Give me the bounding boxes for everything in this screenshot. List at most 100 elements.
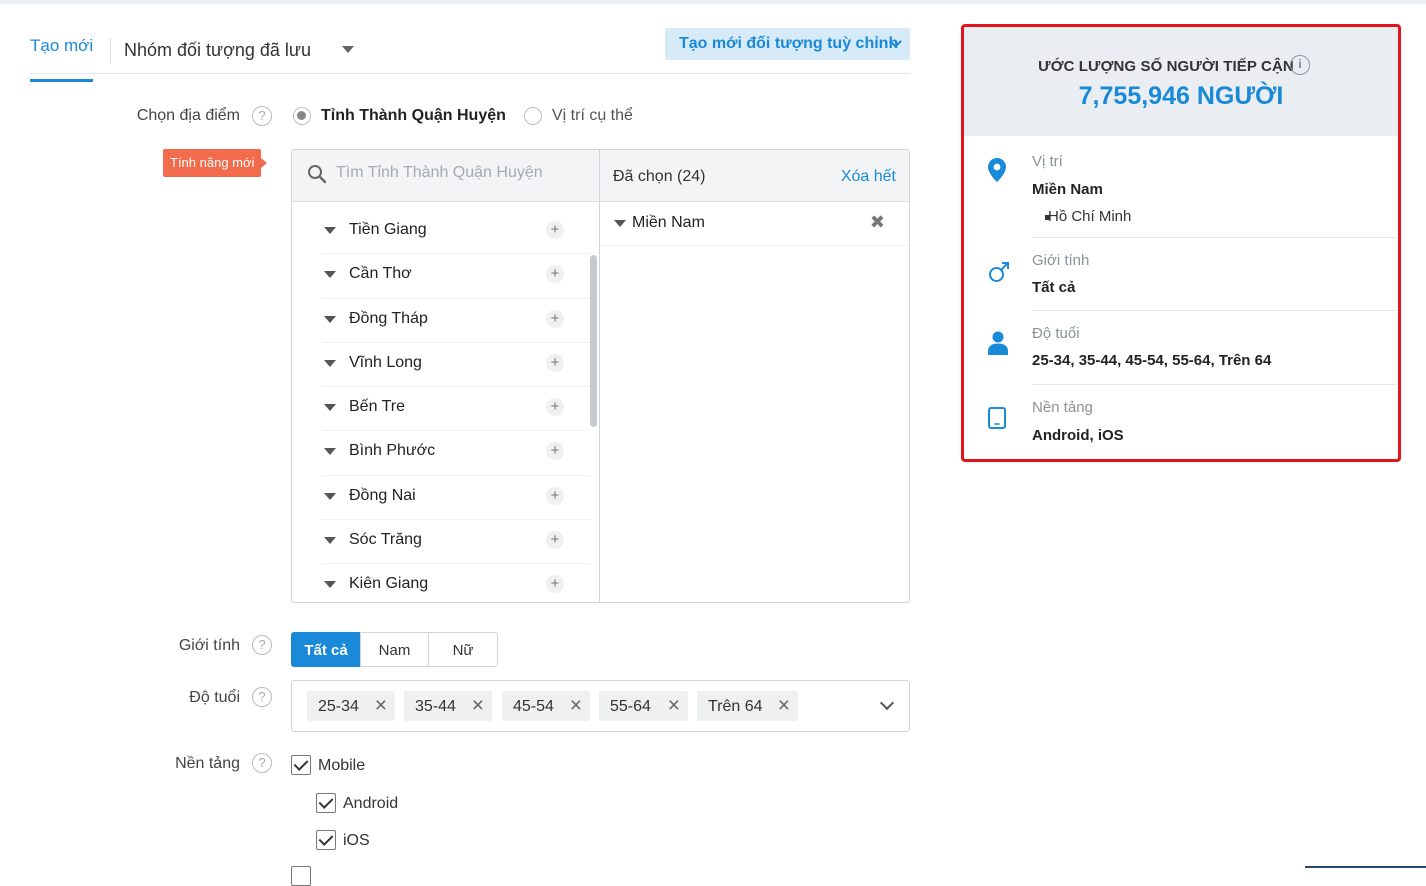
add-icon[interactable]: + <box>546 221 564 239</box>
reach-estimate-panel: ƯỚC LƯỢNG SỐ NGƯỜI TIẾP CẬN i 7,755,946 … <box>961 24 1401 462</box>
expand-icon[interactable] <box>614 220 626 227</box>
help-icon[interactable]: ? <box>252 687 272 707</box>
gender-female-button[interactable]: Nữ <box>428 632 498 667</box>
close-icon[interactable]: × <box>472 694 484 718</box>
divider <box>1032 237 1396 238</box>
expand-icon[interactable] <box>324 271 336 279</box>
gender-toggle: Tất cả Nam Nữ <box>291 632 498 667</box>
age-select[interactable]: 25-34 × 35-44 × 45-54 × 55-64 × Trên 64 × <box>291 680 910 732</box>
remove-icon[interactable]: ✖ <box>870 212 885 233</box>
add-icon[interactable]: + <box>546 531 564 550</box>
expand-icon[interactable] <box>324 492 336 500</box>
location-picker: Tiền Giang + Cần Thơ + Đồng Tháp + Vĩnh Lon… <box>291 149 910 603</box>
android-label: Android <box>343 795 399 812</box>
add-icon[interactable]: + <box>546 575 564 594</box>
age-label: Độ tuổi <box>189 689 240 706</box>
gender-value: Tất cả <box>1032 279 1076 296</box>
province-item[interactable]: Sóc Trăng + <box>322 520 590 565</box>
radio-province-label: Tỉnh Thành Quận Huyện <box>321 107 506 124</box>
age-chip: 45-54 × <box>502 691 590 721</box>
ios-checkbox[interactable] <box>316 830 336 850</box>
province-scrollbar[interactable] <box>590 255 597 427</box>
tab-bar: Tạo mới Nhóm đối tượng đã lưu Tạo mới đố… <box>30 28 910 82</box>
age-chip: Trên 64 × <box>697 691 798 721</box>
create-custom-audience-button[interactable]: Tạo mới đối tượng tuỳ chỉnh <box>665 28 910 60</box>
help-icon[interactable]: ? <box>252 635 272 655</box>
expand-icon[interactable] <box>324 448 336 456</box>
age-chip-label: 25-34 <box>318 698 359 715</box>
expand-icon[interactable] <box>324 227 336 234</box>
gender-male-button[interactable]: Nam <box>360 632 429 667</box>
platform-label: Nền tảng <box>175 755 240 772</box>
add-icon[interactable]: + <box>546 398 564 417</box>
mobile-label: Mobile <box>318 757 366 774</box>
expand-icon[interactable] <box>324 581 336 589</box>
selected-header: Đã chọn (24) Xóa hết <box>600 150 909 202</box>
caret-down-icon[interactable] <box>342 46 354 53</box>
tab-new[interactable]: Tạo mới <box>30 36 94 82</box>
male-gender-icon <box>989 262 1009 282</box>
province-list: Tiền Giang + Cần Thơ + Đồng Tháp + Vĩnh Lon… <box>292 210 592 609</box>
platform-label: Nền tảng <box>1032 399 1093 416</box>
add-icon[interactable]: + <box>546 309 564 328</box>
province-name: Đồng Nai <box>349 486 416 504</box>
expand-icon[interactable] <box>324 359 336 367</box>
add-icon[interactable]: + <box>546 486 564 505</box>
gender-label: Giới tính <box>1032 252 1090 269</box>
radio-specific-label: Vị trí cụ thể <box>552 107 633 124</box>
bottom-corner-bar <box>1305 866 1426 872</box>
age-chip-label: 35-44 <box>415 698 456 715</box>
selected-item[interactable]: Miền Nam ✖ <box>600 202 909 246</box>
clear-all-link[interactable]: Xóa hết <box>841 168 896 186</box>
add-icon[interactable]: + <box>546 442 564 461</box>
gender-label: Giới tính <box>178 637 240 654</box>
close-icon[interactable]: × <box>570 694 582 718</box>
province-item[interactable]: Kiên Giang + <box>322 564 590 608</box>
province-name: Bến Tre <box>349 398 406 416</box>
age-chip-label: 55-64 <box>610 698 651 715</box>
android-checkbox[interactable] <box>316 793 336 813</box>
mobile-checkbox[interactable] <box>291 755 311 775</box>
province-name: Kiên Giang <box>349 575 429 593</box>
province-item[interactable]: Đồng Nai + <box>322 476 590 521</box>
selected-panel: Đã chọn (24) Xóa hết Miền Nam ✖ <box>600 150 909 602</box>
add-icon[interactable]: + <box>546 265 564 284</box>
tab-saved-audiences[interactable]: Nhóm đối tượng đã lưu <box>124 40 311 61</box>
location-label: Chọn địa điểm <box>136 107 240 124</box>
help-icon[interactable]: ? <box>252 106 272 126</box>
location-sub-item: Hồ Chí Minh <box>1044 208 1132 225</box>
expand-icon[interactable] <box>324 537 336 545</box>
radio-province[interactable]: Tỉnh Thành Quận Huyện <box>293 107 506 125</box>
province-item[interactable]: Bến Tre + <box>322 387 590 432</box>
selected-item-name: Miền Nam <box>632 214 705 231</box>
close-icon[interactable]: × <box>668 694 680 718</box>
province-item[interactable]: Bình Phước + <box>322 431 590 476</box>
user-icon <box>988 331 1008 355</box>
divider <box>1032 310 1396 311</box>
add-icon[interactable]: + <box>546 353 564 372</box>
province-item[interactable]: Đồng Tháp + <box>322 299 590 343</box>
close-icon[interactable]: × <box>778 694 790 718</box>
radio-on-icon <box>293 107 311 125</box>
province-item[interactable]: Vĩnh Long + <box>322 343 590 388</box>
expand-icon[interactable] <box>324 404 336 412</box>
ios-label: iOS <box>343 832 370 849</box>
location-label: Vị trí <box>1032 153 1063 170</box>
desktop-checkbox[interactable] <box>291 866 311 886</box>
divider <box>1032 384 1396 385</box>
top-border <box>0 0 1426 4</box>
province-name: Sóc Trăng <box>349 531 422 549</box>
expand-icon[interactable] <box>324 315 336 323</box>
age-chip: 25-34 × <box>307 691 395 721</box>
info-icon[interactable]: i <box>1290 55 1310 75</box>
chevron-down-icon[interactable] <box>879 695 895 711</box>
radio-specific[interactable]: Vị trí cụ thể <box>524 107 633 125</box>
province-item[interactable]: Tiền Giang + <box>322 210 590 255</box>
province-search-input[interactable] <box>336 164 586 182</box>
province-item[interactable]: Cần Thơ + <box>322 254 590 299</box>
close-icon[interactable]: × <box>375 694 387 718</box>
reach-header: ƯỚC LƯỢNG SỐ NGƯỜI TIẾP CẬN i 7,755,946 … <box>964 27 1398 136</box>
help-icon[interactable]: ? <box>252 753 272 773</box>
gender-all-button[interactable]: Tất cả <box>291 632 361 667</box>
age-label: Độ tuổi <box>1032 325 1080 342</box>
